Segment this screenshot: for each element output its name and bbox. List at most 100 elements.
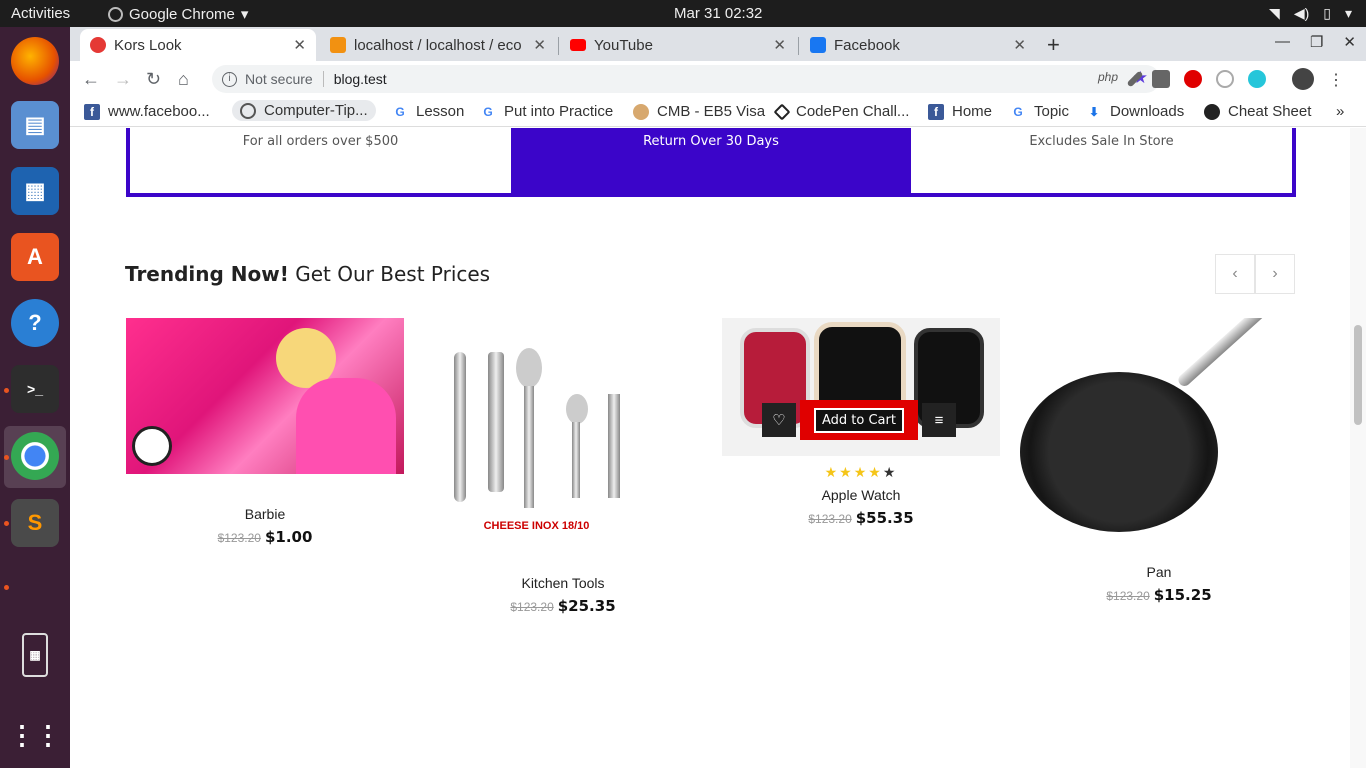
kors-favicon (90, 37, 106, 53)
carousel-arrows: ‹ › (1215, 254, 1295, 294)
bookmark-label: Home (952, 103, 993, 120)
address-bar[interactable]: i Not secure blog.test ★ (212, 65, 1160, 93)
bookmark-label: CMB - EB5 Visa (657, 103, 766, 120)
add-to-cart-button[interactable]: Add to Cart (800, 400, 918, 440)
page-scrollbar[interactable] (1350, 128, 1366, 768)
next-arrow-icon[interactable]: › (1255, 254, 1295, 294)
sublime-text-icon[interactable]: S (11, 499, 59, 547)
bookmark-label: www.faceboo... (108, 103, 210, 120)
back-icon[interactable]: ← (82, 69, 100, 90)
old-price: $123.20 (808, 512, 852, 526)
product-card[interactable]: CHEESE INOX 18/10 Kitchen Tools $123.20 $… (424, 318, 702, 615)
calculator-icon[interactable]: ▦ (22, 633, 48, 677)
maximize-icon[interactable]: ❐ (1310, 33, 1323, 51)
scrollbar-thumb[interactable] (1354, 325, 1362, 425)
bookmark-item[interactable]: G Put into Practice (480, 103, 613, 120)
bookmark-item[interactable]: G Topic (1010, 103, 1069, 120)
file-manager-icon[interactable]: ▤ (11, 101, 59, 149)
product-card[interactable]: Pan $123.20 $15.25 (1020, 318, 1298, 604)
system-tray[interactable]: ◥ ◀) ▯ ▾ (1269, 5, 1352, 22)
tab-strip: Kors Look ✕ localhost / localhost / eco … (70, 27, 1366, 61)
menu-icon[interactable]: ⋮ (1328, 70, 1344, 89)
m-extension-icon[interactable] (1248, 70, 1267, 88)
product-image-apple-watch[interactable]: ♡ Add to Cart ≡ (722, 318, 1000, 456)
bookmarks-bar: f www.faceboo... Computer-Tip... G Lesso… (70, 97, 1366, 127)
writer-icon[interactable]: ▦ (11, 167, 59, 215)
forward-icon[interactable]: → (114, 69, 132, 90)
running-indicator (4, 585, 9, 590)
reload-icon[interactable]: ↻ (146, 69, 161, 90)
chrome-dock-icon[interactable] (11, 432, 59, 480)
features-strip: For all orders over $500 Return Over 30 … (126, 128, 1296, 197)
product-card[interactable]: ♡ Add to Cart ≡ ★★★★★ Apple Watch $123.2… (722, 318, 1000, 527)
section-title-rest: Get Our Best Prices (288, 262, 491, 286)
wishlist-heart-icon[interactable]: ♡ (762, 403, 796, 437)
bookmark-item[interactable]: f Home (928, 103, 992, 120)
cc-icon (240, 102, 256, 119)
bookmark-item[interactable]: Cheat Sheet (1204, 103, 1311, 120)
app-menu[interactable]: Google Chrome ▾ (108, 5, 248, 23)
php-extension-icon[interactable]: php (1098, 70, 1118, 88)
terminal-icon[interactable]: >_ (11, 365, 59, 413)
close-icon[interactable]: ✕ (533, 36, 546, 54)
bookmark-item[interactable]: G Lesson (392, 103, 464, 120)
google-icon: G (395, 104, 405, 119)
browser-toolbar: ← → ↻ ⌂ i Not secure blog.test ★ php ⋮ (70, 61, 1366, 97)
s-extension-icon[interactable] (1152, 70, 1171, 88)
bookmark-item[interactable]: ⬇ Downloads (1086, 103, 1184, 120)
image-caption: CHEESE INOX 18/10 (483, 520, 590, 532)
more-bookmarks-icon[interactable]: » (1336, 103, 1344, 120)
new-price: $55.35 (855, 509, 914, 527)
close-icon[interactable]: ✕ (293, 36, 306, 54)
product-name[interactable]: Apple Watch (722, 487, 1000, 503)
product-image-pan[interactable] (1020, 318, 1298, 532)
bookmark-item[interactable]: CodePen Chall... (773, 103, 909, 120)
show-apps-icon[interactable]: ⋮⋮ (9, 711, 61, 759)
facebook-icon: f (84, 103, 100, 120)
bookmark-label: Lesson (416, 103, 465, 120)
tab-kors-look[interactable]: Kors Look ✕ (80, 29, 316, 61)
product-name[interactable]: Kitchen Tools (424, 575, 702, 591)
chrome-icon (108, 6, 123, 22)
eyedropper-extension-icon[interactable] (1126, 70, 1144, 88)
bookmark-item[interactable]: CMB - EB5 Visa (633, 103, 765, 120)
tab-separator (798, 37, 799, 55)
chevron-down-icon: ▾ (1344, 5, 1352, 21)
star-empty-icon: ★ (882, 464, 898, 480)
tab-phpmyadmin[interactable]: localhost / localhost / eco ✕ (320, 29, 556, 61)
product-name[interactable]: Pan (1020, 564, 1298, 580)
tab-facebook[interactable]: Facebook ✕ (800, 29, 1036, 61)
compare-filter-icon[interactable]: ≡ (921, 403, 956, 437)
opera-extension-icon[interactable] (1184, 70, 1203, 88)
bookmark-label: Topic (1034, 103, 1070, 120)
rating-stars: ★★★★★ (722, 464, 1000, 481)
product-image-kitchen-tools[interactable]: CHEESE INOX 18/10 (424, 318, 649, 543)
help-icon[interactable]: ? (11, 299, 59, 347)
star-icon: ★ (824, 464, 840, 480)
profile-avatar[interactable] (1292, 68, 1315, 90)
software-center-icon[interactable]: A (11, 233, 59, 281)
close-icon[interactable]: ✕ (773, 36, 786, 54)
prev-arrow-icon[interactable]: ‹ (1215, 254, 1255, 294)
new-tab-button[interactable]: + (1047, 32, 1060, 58)
phpmyadmin-favicon (330, 37, 346, 53)
home-icon[interactable]: ⌂ (178, 69, 189, 90)
bookmark-item[interactable]: f www.faceboo... (84, 103, 210, 120)
tab-youtube[interactable]: YouTube ✕ (560, 29, 796, 61)
facebook-favicon (810, 37, 826, 53)
globe-extension-icon[interactable] (1216, 70, 1235, 88)
minimize-icon[interactable]: — (1275, 33, 1290, 51)
info-icon[interactable]: i (222, 71, 237, 87)
product-card[interactable]: Barbie $123.20 $1.00 (126, 318, 404, 546)
product-name[interactable]: Barbie (126, 506, 404, 522)
close-icon[interactable]: ✕ (1013, 36, 1026, 54)
product-image-barbie[interactable] (126, 318, 404, 474)
clock[interactable]: Mar 31 02:32 (674, 5, 762, 22)
section-title-bold: Trending Now! (125, 262, 289, 286)
firefox-icon[interactable] (11, 37, 59, 85)
activities-button[interactable]: Activities (11, 5, 70, 22)
tab-title: Kors Look (114, 36, 182, 54)
bookmark-item[interactable]: Computer-Tip... (232, 100, 376, 121)
wifi-icon: ◥ (1269, 5, 1280, 21)
close-window-icon[interactable]: ✕ (1343, 33, 1356, 51)
